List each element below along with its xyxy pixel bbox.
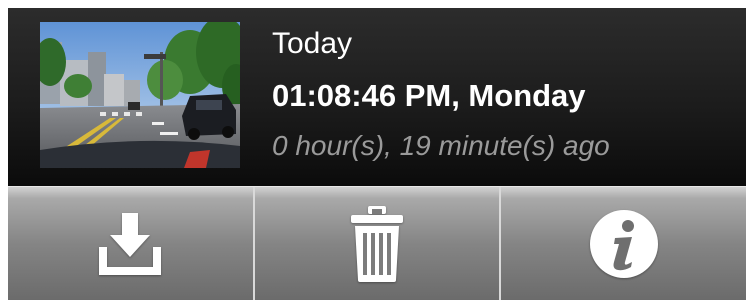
info-button[interactable] (499, 187, 746, 300)
delete-button[interactable] (252, 187, 500, 300)
recording-time-label: 01:08:46 PM, Monday (272, 78, 586, 113)
action-toolbar (8, 186, 746, 300)
trash-icon (351, 205, 403, 282)
recording-card: Today 01:08:46 PM, Monday 0 hour(s), 19 … (8, 8, 746, 300)
recording-info-panel: Today 01:08:46 PM, Monday 0 hour(s), 19 … (8, 8, 746, 186)
recording-elapsed-label: 0 hour(s), 19 minute(s) ago (272, 130, 610, 161)
info-icon (589, 209, 658, 278)
recording-details: Today 01:08:46 PM, Monday 0 hour(s), 19 … (272, 26, 732, 164)
download-icon (99, 212, 162, 275)
download-button[interactable] (8, 187, 253, 300)
recording-date-label: Today (272, 27, 353, 60)
video-thumbnail[interactable] (40, 22, 240, 168)
street-scene-image (40, 22, 240, 168)
